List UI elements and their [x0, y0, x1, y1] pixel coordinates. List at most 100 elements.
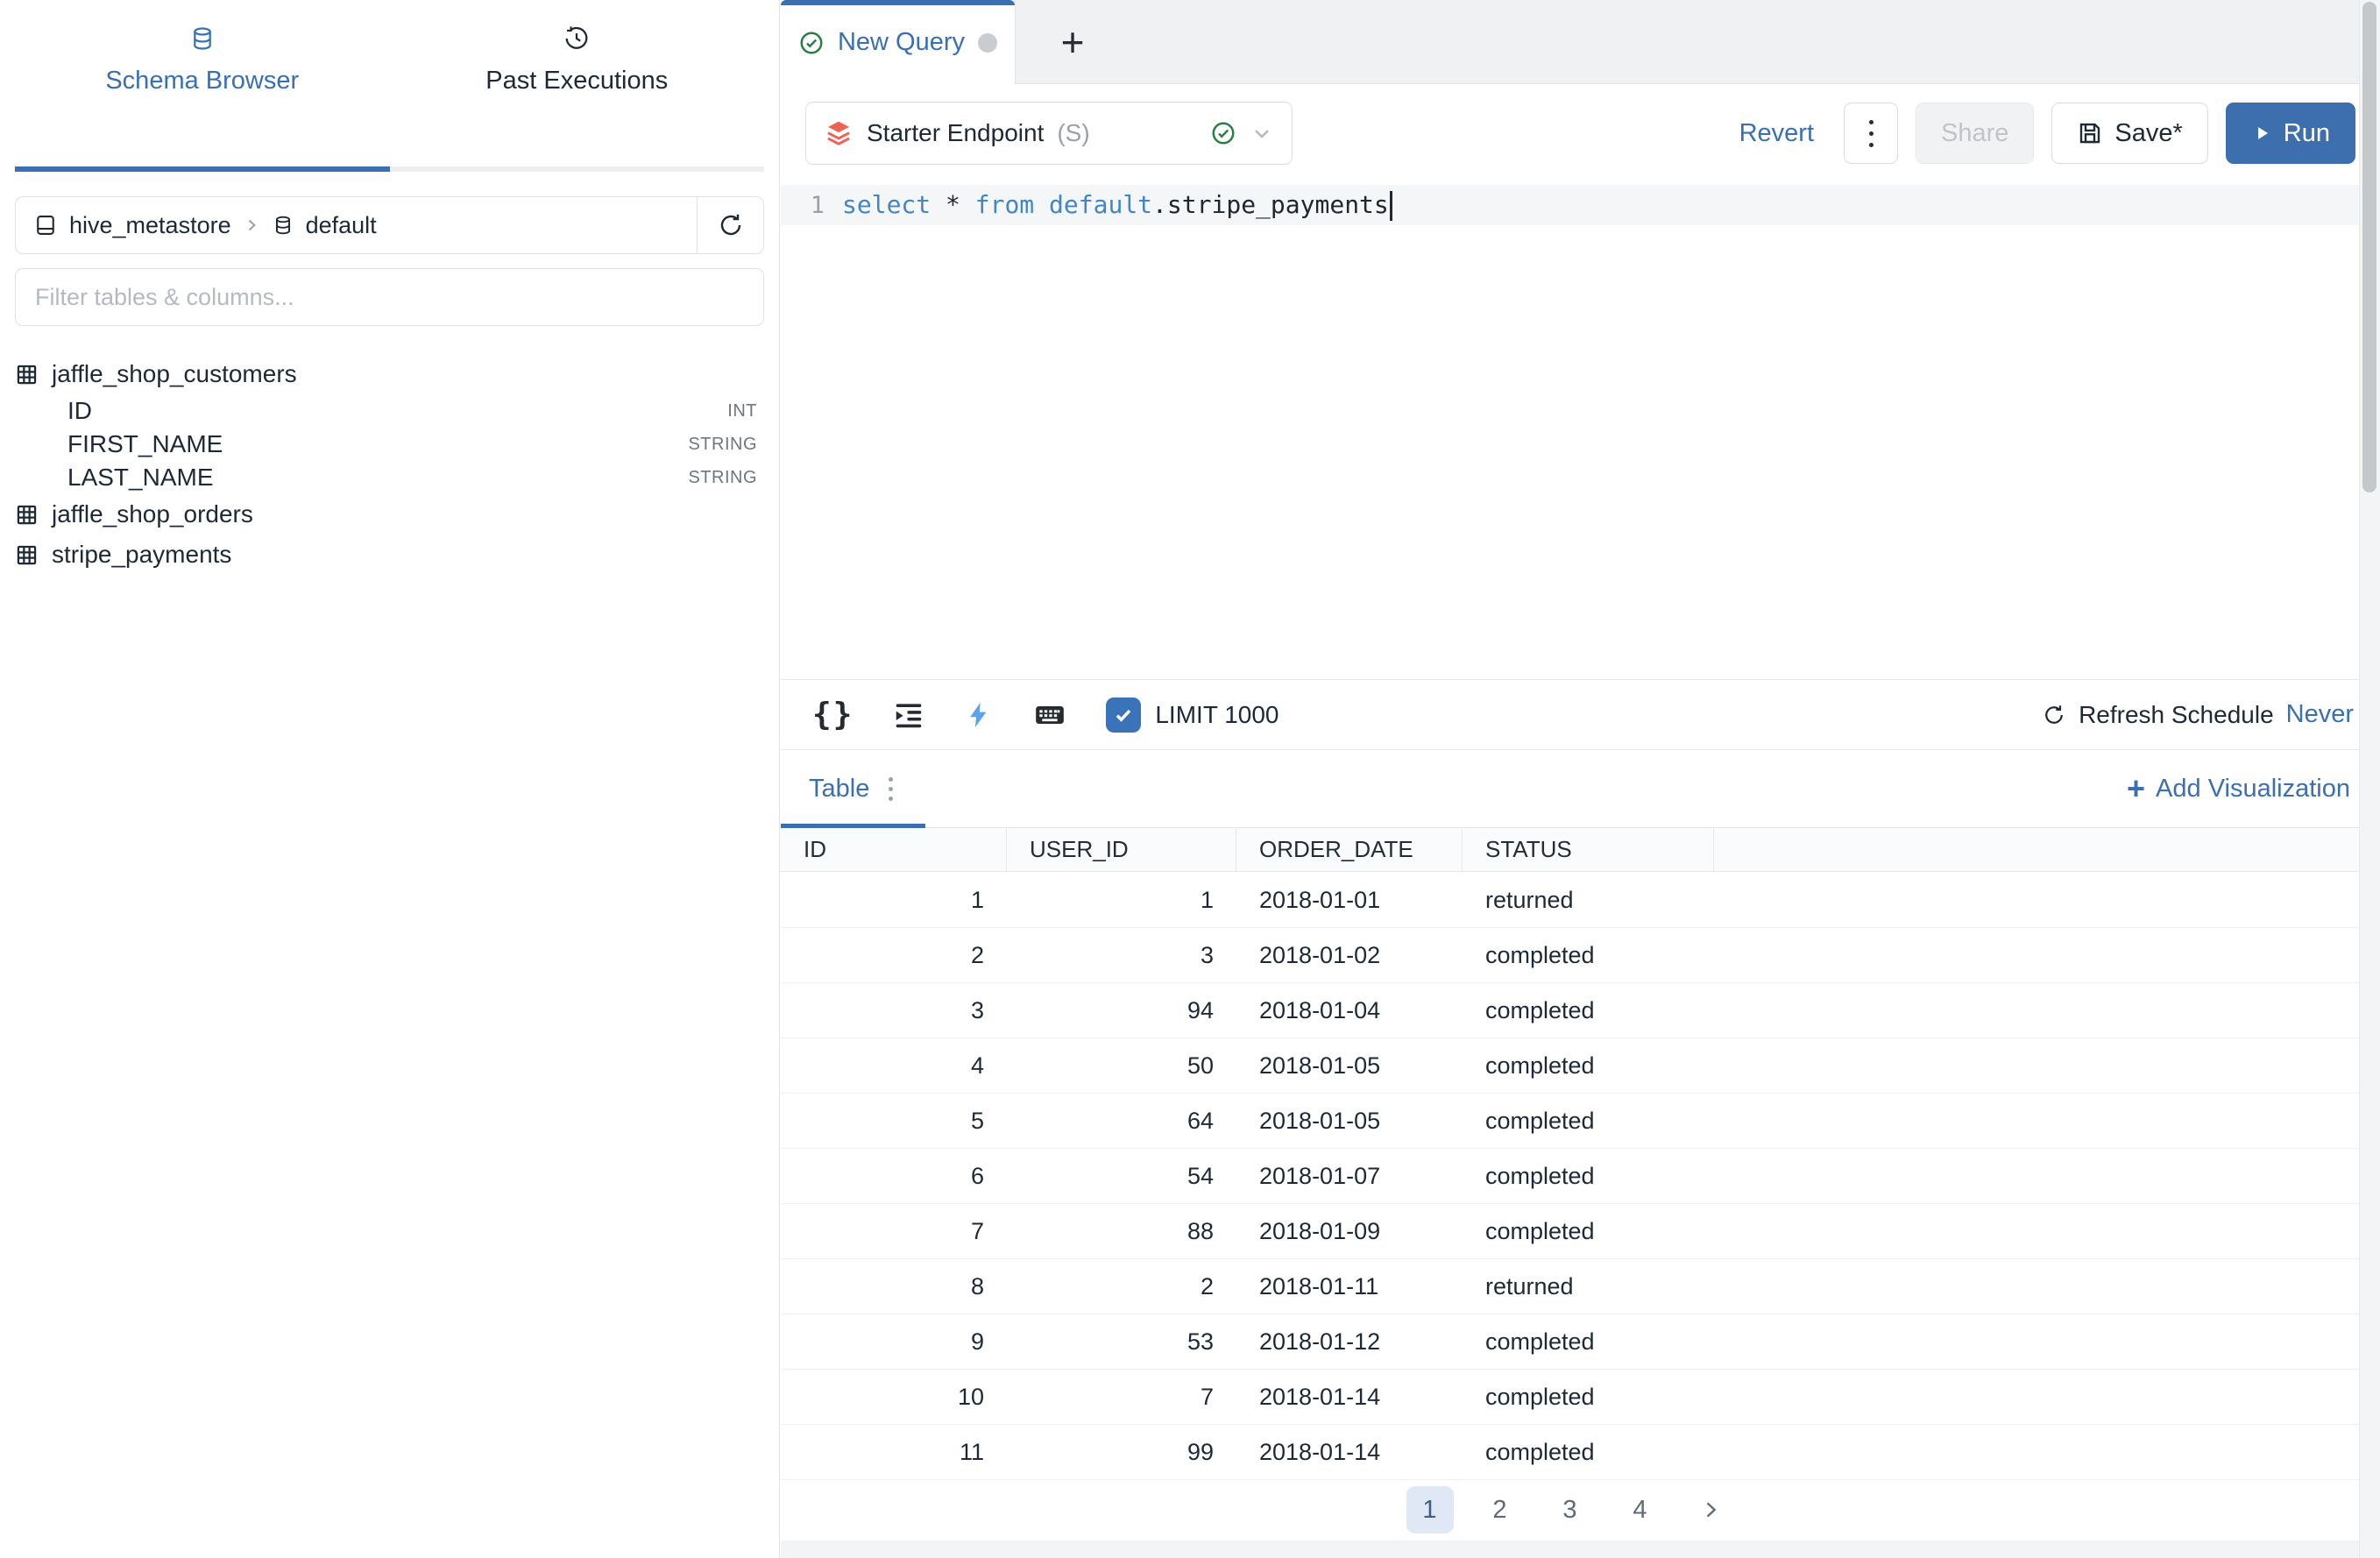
- cell-order-date: 2018-01-14: [1236, 1425, 1463, 1479]
- cell-order-date: 2018-01-01: [1236, 873, 1463, 927]
- column-header-order-date[interactable]: ORDER_DATE: [1236, 828, 1463, 871]
- schema-column[interactable]: FIRST_NAME STRING: [15, 428, 764, 461]
- cell-user-id: 50: [1007, 1038, 1236, 1093]
- schema-table-list: jaffle_shop_customers ID INT FIRST_NAME …: [0, 354, 779, 575]
- schema-icon: [272, 214, 294, 237]
- more-options-button[interactable]: [1844, 103, 1898, 164]
- cell-id: 2: [781, 928, 1007, 982]
- tab-table-results[interactable]: Table: [781, 750, 921, 827]
- cell-user-id: 3: [1007, 928, 1236, 982]
- cell-user-id: 54: [1007, 1149, 1236, 1203]
- limit-checkbox[interactable]: [1106, 698, 1141, 733]
- schema-column[interactable]: LAST_NAME STRING: [15, 461, 764, 494]
- schema-columns: ID INT FIRST_NAME STRING LAST_NAME STRIN…: [15, 394, 764, 494]
- editor-footer-tools: {}: [812, 697, 1279, 733]
- sql-editor[interactable]: 1 select * from default.stripe_payments: [781, 181, 2359, 679]
- page-button[interactable]: 4: [1617, 1486, 1664, 1533]
- column-header-user-id[interactable]: USER_ID: [1007, 828, 1236, 871]
- page-button[interactable]: 2: [1477, 1486, 1524, 1533]
- breadcrumb-path[interactable]: hive_metastore default: [16, 212, 697, 239]
- results-tab-bar: Table + Add Visualization: [781, 750, 2380, 828]
- scrollbar-thumb[interactable]: [2362, 2, 2376, 492]
- endpoint-status-icon: [1210, 120, 1236, 146]
- code-token: *: [931, 190, 975, 219]
- cell-user-id: 94: [1007, 983, 1236, 1037]
- code-token: .stripe_payments: [1152, 190, 1389, 219]
- schema-table[interactable]: jaffle_shop_orders: [15, 494, 764, 535]
- vertical-scrollbar[interactable]: [2359, 0, 2380, 1558]
- schema-table[interactable]: stripe_payments: [15, 535, 764, 575]
- run-button[interactable]: Run: [2226, 103, 2355, 164]
- tab-past-executions[interactable]: Past Executions: [390, 0, 765, 172]
- breadcrumb-catalog[interactable]: hive_metastore: [69, 212, 231, 239]
- cell-order-date: 2018-01-09: [1236, 1204, 1463, 1258]
- share-button[interactable]: Share: [1916, 103, 2034, 164]
- table-row: 3 94 2018-01-04 completed: [781, 983, 2359, 1038]
- endpoint-name: Starter Endpoint: [867, 119, 1044, 147]
- refresh-schedule-value[interactable]: Never: [2286, 700, 2354, 729]
- play-icon: [2251, 123, 2272, 144]
- cell-user-id: 53: [1007, 1314, 1236, 1369]
- add-visualization-button[interactable]: + Add Visualization: [2127, 773, 2350, 804]
- column-name: FIRST_NAME: [67, 430, 223, 458]
- cell-status: completed: [1463, 1094, 1714, 1148]
- results-header-row: ID USER_ID ORDER_DATE STATUS: [781, 828, 2359, 872]
- tab-schema-browser[interactable]: Schema Browser: [15, 0, 390, 172]
- catalog-icon: [33, 213, 58, 237]
- unsaved-indicator-dot: [978, 33, 997, 53]
- cell-status: completed: [1463, 983, 1714, 1037]
- table-row: 8 2 2018-01-11 returned: [781, 1259, 2359, 1314]
- database-icon: [188, 25, 216, 53]
- line-number: 1: [781, 192, 842, 219]
- column-type: STRING: [688, 468, 757, 488]
- refresh-schema-button[interactable]: [697, 197, 763, 253]
- cell-order-date: 2018-01-02: [1236, 928, 1463, 982]
- lightning-icon[interactable]: [964, 700, 994, 730]
- new-tab-button[interactable]: +: [1035, 0, 1110, 84]
- cell-order-date: 2018-01-05: [1236, 1038, 1463, 1093]
- cell-id: 1: [781, 873, 1007, 927]
- indent-icon[interactable]: [892, 698, 925, 732]
- code-line[interactable]: 1 select * from default.stripe_payments: [781, 185, 2359, 225]
- schema-column[interactable]: ID INT: [15, 394, 764, 428]
- column-name: LAST_NAME: [67, 464, 214, 492]
- table-row: 6 54 2018-01-07 completed: [781, 1149, 2359, 1204]
- column-header-id[interactable]: ID: [781, 828, 1007, 871]
- keyboard-shortcuts-icon[interactable]: [1032, 698, 1067, 733]
- schema-filter-input[interactable]: [35, 284, 744, 311]
- limit-toggle[interactable]: LIMIT 1000: [1106, 698, 1279, 733]
- next-page-button[interactable]: [1687, 1486, 1734, 1533]
- endpoint-selector[interactable]: Starter Endpoint (S): [805, 102, 1293, 165]
- schema-table[interactable]: jaffle_shop_customers: [15, 354, 764, 394]
- page-button[interactable]: 1: [1406, 1486, 1454, 1533]
- format-braces-icon[interactable]: {}: [812, 697, 854, 733]
- cell-id: 4: [781, 1038, 1007, 1093]
- cell-status: completed: [1463, 1314, 1714, 1369]
- cell-status: completed: [1463, 1425, 1714, 1479]
- table-grid-icon: [15, 363, 39, 386]
- column-type: INT: [727, 401, 757, 421]
- refresh-icon: [2042, 703, 2066, 727]
- editor-footer: {}: [781, 679, 2380, 750]
- results-tab-menu-icon[interactable]: [889, 777, 893, 801]
- code-token: default: [1049, 190, 1152, 219]
- horizontal-scrollbar[interactable]: [781, 1540, 2359, 1558]
- add-visualization-label: Add Visualization: [2156, 775, 2350, 804]
- cell-user-id: 99: [1007, 1425, 1236, 1479]
- column-header-status[interactable]: STATUS: [1463, 828, 1714, 871]
- cell-id: 10: [781, 1370, 1007, 1424]
- cell-order-date: 2018-01-04: [1236, 983, 1463, 1037]
- cell-id: 8: [781, 1259, 1007, 1314]
- save-button[interactable]: Save*: [2051, 103, 2207, 164]
- schema-table-name: stripe_payments: [52, 541, 231, 569]
- revert-button[interactable]: Revert: [1739, 119, 1814, 148]
- schema-table-name: jaffle_shop_customers: [52, 360, 297, 388]
- sql-endpoint-icon: [824, 118, 854, 148]
- schema-table-name: jaffle_shop_orders: [52, 500, 253, 528]
- cell-order-date: 2018-01-12: [1236, 1314, 1463, 1369]
- tab-new-query[interactable]: New Query: [781, 0, 1016, 85]
- table-row: 10 7 2018-01-14 completed: [781, 1370, 2359, 1425]
- limit-label: LIMIT 1000: [1155, 701, 1279, 729]
- breadcrumb-schema[interactable]: default: [306, 212, 377, 239]
- page-button[interactable]: 3: [1547, 1486, 1594, 1533]
